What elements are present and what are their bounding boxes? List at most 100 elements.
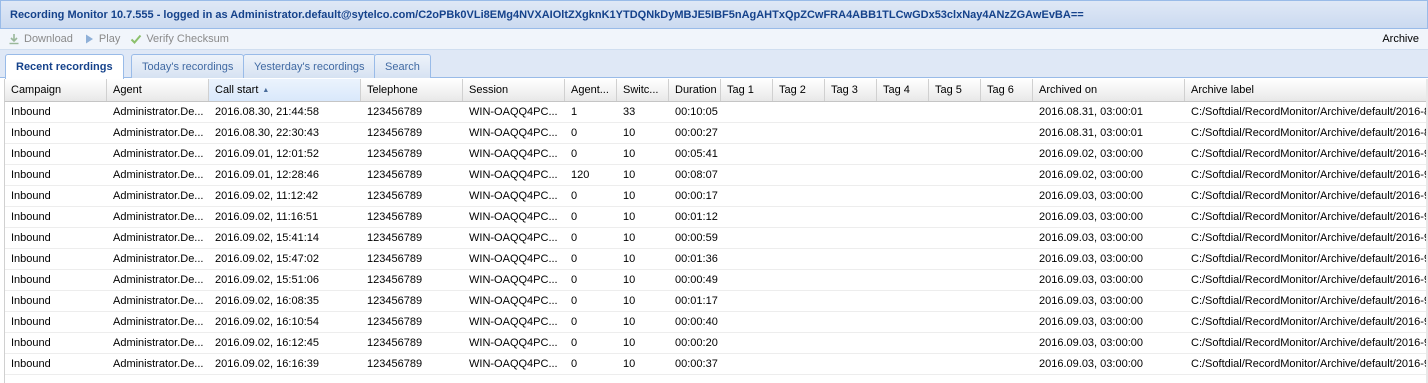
cell-tag-6 <box>981 312 1033 332</box>
table-row[interactable]: Inbound Administrator.De... 2016.09.02, 11… <box>5 207 1428 228</box>
cell-tag-1 <box>721 333 773 353</box>
cell-tag-6 <box>981 228 1033 248</box>
column-header-tag-6[interactable]: Tag 6 <box>981 79 1033 101</box>
table-row[interactable]: Inbound Administrator.De... 2016.09.02, 15… <box>5 270 1428 291</box>
table-row[interactable]: Inbound Administrator.De... 2016.09.01, 12… <box>5 144 1428 165</box>
cell-tag-3 <box>825 228 877 248</box>
cell-tag-2 <box>773 333 825 353</box>
column-header-tag-4[interactable]: Tag 4 <box>877 79 929 101</box>
cell-campaign: Inbound <box>11 253 51 265</box>
cell-tag-4 <box>877 312 929 332</box>
cell-duration: 00:00:40 <box>675 316 718 328</box>
cell-tag-2 <box>773 123 825 143</box>
cell-agent-id: 0 <box>571 148 578 160</box>
table-row[interactable]: Inbound Administrator.De... 2016.09.02, 16… <box>5 291 1428 312</box>
column-header-label: Tag 3 <box>831 84 858 96</box>
column-header-switch[interactable]: Switc... <box>617 79 669 101</box>
column-header-duration[interactable]: Duration <box>669 79 721 101</box>
cell-tag-2 <box>773 228 825 248</box>
checkmark-icon <box>130 33 142 45</box>
table-row[interactable]: Inbound Administrator.De... 2016.09.02, 11… <box>5 186 1428 207</box>
cell-tag-4 <box>877 291 929 311</box>
tab-bar: Recent recordings Today's recordings Yes… <box>0 50 1428 79</box>
cell-archived-on: 2016.09.03, 03:00:00 <box>1039 253 1143 265</box>
tab-yesterdays-recordings[interactable]: Yesterday's recordings <box>243 54 376 78</box>
cell-tag-3 <box>825 207 877 227</box>
cell-archive-label: C:/Softdial/RecordMonitor/Archive/defaul… <box>1191 253 1428 265</box>
cell-tag-4 <box>877 333 929 353</box>
table-row[interactable]: Inbound Administrator.De... 2016.09.02, 16… <box>5 312 1428 333</box>
column-header-label: Archive label <box>1191 84 1254 96</box>
column-header-tag-3[interactable]: Tag 3 <box>825 79 877 101</box>
cell-duration: 00:00:59 <box>675 232 718 244</box>
cell-call-start: 2016.09.02, 16:08:35 <box>215 295 319 307</box>
cell-archived-on: 2016.09.03, 03:00:00 <box>1039 274 1143 286</box>
cell-tag-2 <box>773 312 825 332</box>
cell-campaign: Inbound <box>11 148 51 160</box>
cell-call-start: 2016.09.02, 16:12:45 <box>215 337 319 349</box>
cell-agent: Administrator.De... <box>113 274 204 286</box>
tab-search[interactable]: Search <box>374 54 431 78</box>
table-row[interactable]: Inbound Administrator.De... 2016.08.30, 22… <box>5 123 1428 144</box>
play-button[interactable]: Play <box>83 33 120 45</box>
column-header-call-start[interactable]: Call start ▲ <box>209 79 361 101</box>
cell-duration: 00:10:05 <box>675 106 718 118</box>
cell-telephone: 123456789 <box>367 127 423 139</box>
column-header-telephone[interactable]: Telephone <box>361 79 463 101</box>
cell-telephone: 123456789 <box>367 337 423 349</box>
table-row[interactable]: Inbound Administrator.De... 2016.08.30, 21… <box>5 102 1428 123</box>
cell-call-start: 2016.09.02, 15:41:14 <box>215 232 319 244</box>
tab-recent-recordings[interactable]: Recent recordings <box>5 54 124 79</box>
column-header-tag-1[interactable]: Tag 1 <box>721 79 773 101</box>
cell-session: WIN-OAQQ4PC... <box>469 211 558 223</box>
cell-duration: 00:01:36 <box>675 253 718 265</box>
tab-todays-recordings[interactable]: Today's recordings <box>131 54 245 78</box>
cell-duration: 00:08:07 <box>675 169 718 181</box>
table-row[interactable]: Inbound Administrator.De... 2016.09.02, 15… <box>5 249 1428 270</box>
cell-archive-label: C:/Softdial/RecordMonitor/Archive/defaul… <box>1191 295 1428 307</box>
cell-telephone: 123456789 <box>367 253 423 265</box>
column-header-label: Campaign <box>11 84 62 96</box>
column-header-agent-id[interactable]: Agent... <box>565 79 617 101</box>
cell-agent: Administrator.De... <box>113 358 204 370</box>
cell-archived-on: 2016.09.03, 03:00:00 <box>1039 211 1143 223</box>
archive-button[interactable]: Archive <box>1382 33 1419 45</box>
table-row[interactable]: Inbound Administrator.De... 2016.09.02, 16… <box>5 333 1428 354</box>
toolbar: Download Play Verify Checksum Archive <box>0 29 1428 50</box>
cell-telephone: 123456789 <box>367 190 423 202</box>
cell-duration: 00:05:41 <box>675 148 718 160</box>
column-header-agent[interactable]: Agent <box>107 79 209 101</box>
table-row[interactable]: Inbound Administrator.De... 2016.09.02, 16… <box>5 354 1428 375</box>
play-icon <box>83 33 95 45</box>
column-header-label: Tag 6 <box>987 84 1014 96</box>
verify-checksum-button[interactable]: Verify Checksum <box>130 33 229 45</box>
cell-archived-on: 2016.09.03, 03:00:00 <box>1039 190 1143 202</box>
table-row[interactable]: Inbound Administrator.De... 2016.09.02, 15… <box>5 228 1428 249</box>
cell-telephone: 123456789 <box>367 274 423 286</box>
column-header-session[interactable]: Session <box>463 79 565 101</box>
cell-tag-3 <box>825 186 877 206</box>
cell-switch: 10 <box>623 337 636 349</box>
column-header-campaign[interactable]: Campaign <box>5 79 107 101</box>
cell-tag-5 <box>929 228 981 248</box>
cell-campaign: Inbound <box>11 169 51 181</box>
cell-tag-1 <box>721 270 773 290</box>
cell-tag-6 <box>981 270 1033 290</box>
column-header-tag-2[interactable]: Tag 2 <box>773 79 825 101</box>
table-row[interactable]: Inbound Administrator.De... 2016.09.01, 12… <box>5 165 1428 186</box>
column-header-tag-5[interactable]: Tag 5 <box>929 79 981 101</box>
column-header-archive-label[interactable]: Archive label <box>1185 79 1428 101</box>
column-header-archived-on[interactable]: Archived on <box>1033 79 1185 101</box>
cell-tag-5 <box>929 123 981 143</box>
cell-tag-5 <box>929 144 981 164</box>
cell-agent-id: 0 <box>571 358 578 370</box>
cell-agent: Administrator.De... <box>113 337 204 349</box>
cell-archive-label: C:/Softdial/RecordMonitor/Archive/defaul… <box>1191 148 1428 160</box>
cell-session: WIN-OAQQ4PC... <box>469 169 558 181</box>
cell-tag-1 <box>721 207 773 227</box>
cell-archived-on: 2016.09.03, 03:00:00 <box>1039 232 1143 244</box>
cell-tag-1 <box>721 312 773 332</box>
cell-telephone: 123456789 <box>367 295 423 307</box>
cell-session: WIN-OAQQ4PC... <box>469 232 558 244</box>
download-button[interactable]: Download <box>8 33 73 45</box>
